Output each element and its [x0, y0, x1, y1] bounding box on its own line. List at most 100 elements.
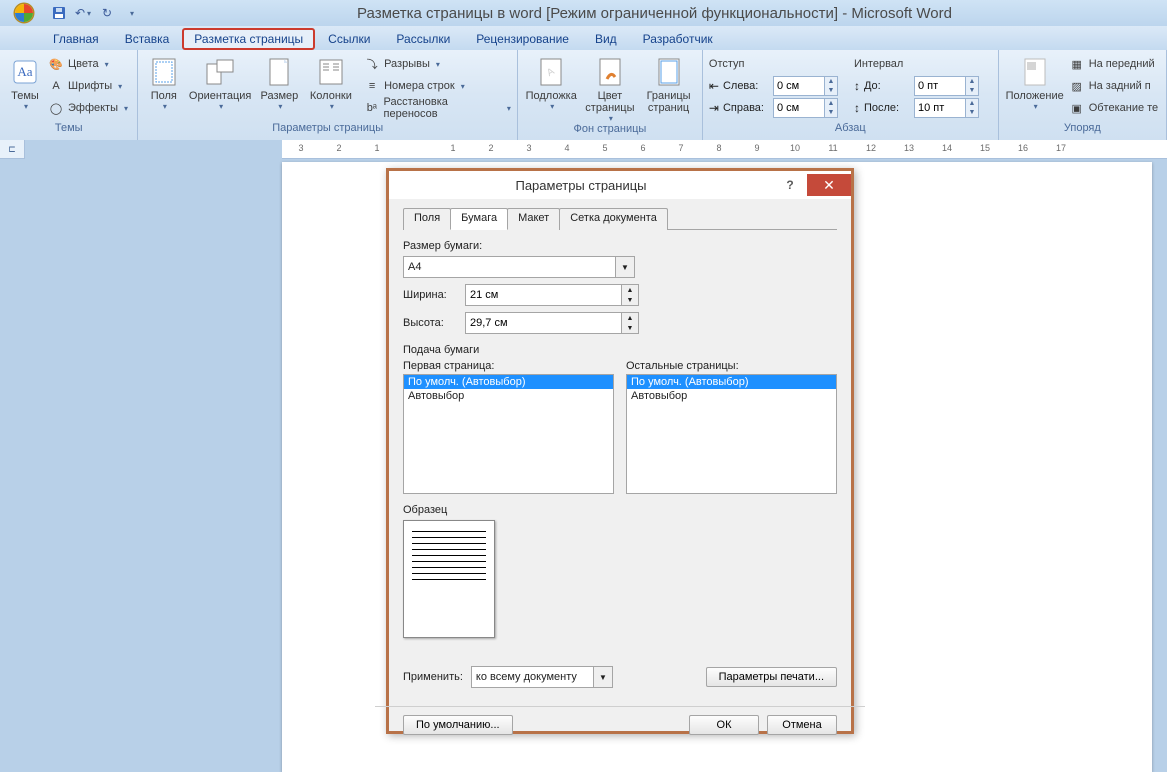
default-button[interactable]: По умолчанию... — [403, 715, 513, 735]
apply-to-select[interactable]: ко всему документу ▼ — [471, 666, 613, 688]
office-button[interactable] — [4, 0, 44, 26]
theme-fonts-button[interactable]: AШрифты▾ — [48, 76, 128, 96]
spin-up[interactable]: ▲ — [825, 99, 837, 108]
theme-colors-button[interactable]: 🎨Цвета▾ — [48, 54, 128, 74]
height-input-wrap[interactable]: ▲▼ — [465, 312, 639, 334]
size-button[interactable]: Размер▾ — [257, 54, 302, 111]
spacing-after-field[interactable]: ↕После: ▲▼ — [854, 98, 979, 118]
spin-down[interactable]: ▼ — [825, 108, 837, 117]
columns-icon — [315, 56, 347, 88]
spacing-after-icon: ↕ — [854, 101, 860, 115]
themes-icon: Aa — [9, 56, 41, 88]
tab-links[interactable]: Ссылки — [315, 27, 383, 50]
paper-size-select[interactable]: A4 ▼ — [403, 256, 635, 278]
group-themes-label: Темы — [0, 122, 137, 140]
dropdown-icon[interactable]: ▼ — [593, 667, 612, 687]
line-numbers-button[interactable]: ≡Номера строк▾ — [364, 76, 511, 96]
indent-right-input[interactable] — [774, 102, 824, 114]
page-setup-dialog: Параметры страницы ? ✕ Поля Бумага Макет… — [386, 168, 854, 734]
dlg-tab-fields[interactable]: Поля — [403, 208, 451, 230]
list-item[interactable]: По умолч. (Автовыбор) — [404, 375, 613, 389]
list-item[interactable]: Автовыбор — [404, 389, 613, 403]
tab-home[interactable]: Главная — [40, 27, 112, 50]
dlg-tab-layout[interactable]: Макет — [507, 208, 560, 230]
paper-size-label: Размер бумаги: — [403, 240, 837, 252]
margins-button[interactable]: Поля▾ — [144, 54, 183, 111]
effects-icon: ◯ — [48, 100, 64, 116]
dropdown-icon[interactable]: ▼ — [615, 257, 634, 277]
spin-down[interactable]: ▼ — [966, 86, 978, 95]
spin-down[interactable]: ▼ — [622, 295, 638, 305]
group-page-bg-label: Фон страницы — [518, 123, 702, 140]
tab-page-layout[interactable]: Разметка страницы — [182, 28, 315, 50]
spacing-before-field[interactable]: ↕До: ▲▼ — [854, 76, 979, 96]
page-color-button[interactable]: Цвет страницы▾ — [583, 54, 638, 123]
pagecolor-icon — [594, 56, 626, 88]
print-options-button[interactable]: Параметры печати... — [706, 667, 837, 687]
colors-icon: 🎨 — [48, 56, 64, 72]
spin-up[interactable]: ▲ — [825, 77, 837, 86]
watermark-button[interactable]: AПодложка▾ — [524, 54, 579, 111]
dlg-tab-grid[interactable]: Сетка документа — [559, 208, 668, 230]
hyphenation-button[interactable]: bᵃРасстановка переносов▾ — [364, 98, 511, 118]
ruler-corner: ⊏ — [0, 140, 25, 159]
width-input-wrap[interactable]: ▲▼ — [465, 284, 639, 306]
other-pages-label: Остальные страницы: — [626, 360, 837, 372]
themes-button[interactable]: Aa Темы ▾ — [6, 54, 44, 111]
ribbon-tabs: Главная Вставка Разметка страницы Ссылки… — [0, 26, 1167, 50]
spin-up[interactable]: ▲ — [622, 313, 638, 323]
spacing-before-input[interactable] — [915, 80, 965, 92]
tab-review[interactable]: Рецензирование — [463, 27, 582, 50]
qat-customize-icon[interactable]: ▾ — [120, 3, 142, 23]
indent-right-field[interactable]: ⇥Справа: ▲▼ — [709, 98, 838, 118]
cancel-button[interactable]: Отмена — [767, 715, 837, 735]
breaks-button[interactable]: ⤵Разрывы▾ — [364, 54, 511, 74]
wrap-text-button: ▣Обтекание те — [1069, 98, 1159, 118]
other-pages-listbox[interactable]: По умолч. (Автовыбор) Автовыбор — [626, 374, 837, 494]
spin-up[interactable]: ▲ — [622, 285, 638, 295]
orientation-button[interactable]: Ориентация▾ — [187, 54, 253, 111]
height-input[interactable] — [466, 317, 621, 329]
dialog-titlebar[interactable]: Параметры страницы ? ✕ — [389, 171, 851, 199]
dlg-tab-paper[interactable]: Бумага — [450, 208, 508, 230]
fonts-icon: A — [48, 78, 64, 94]
dialog-help-button[interactable]: ? — [773, 174, 807, 196]
tab-mailings[interactable]: Рассылки — [383, 27, 463, 50]
quick-access-toolbar: ↶▾ ↻ ▾ — [48, 3, 142, 23]
spacing-after-input[interactable] — [915, 102, 965, 114]
spin-down[interactable]: ▼ — [825, 86, 837, 95]
tab-developer[interactable]: Разработчик — [630, 27, 726, 50]
spacing-label: Интервал — [854, 54, 979, 74]
height-label: Высота: — [403, 317, 459, 329]
width-label: Ширина: — [403, 289, 459, 301]
indent-left-field[interactable]: ⇤Слева: ▲▼ — [709, 76, 838, 96]
group-paragraph: Отступ ⇤Слева: ▲▼ ⇥Справа: ▲▼ Интервал ↕… — [703, 50, 999, 140]
group-page-setup: Поля▾ Ориентация▾ Размер▾ Колонки▾ ⤵Разр… — [138, 50, 517, 140]
theme-effects-button[interactable]: ◯Эффекты▾ — [48, 98, 128, 118]
tab-view[interactable]: Вид — [582, 27, 630, 50]
ok-button[interactable]: ОК — [689, 715, 759, 735]
front-icon: ▦ — [1069, 56, 1085, 72]
indent-right-icon: ⇥ — [709, 101, 719, 115]
dialog-close-button[interactable]: ✕ — [807, 174, 851, 196]
horizontal-ruler[interactable]: 3211234567891011121314151617 — [282, 140, 1167, 159]
spin-up[interactable]: ▲ — [966, 77, 978, 86]
save-icon[interactable] — [48, 3, 70, 23]
redo-icon[interactable]: ↻ — [96, 3, 118, 23]
indent-left-input[interactable] — [774, 80, 824, 92]
spin-down[interactable]: ▼ — [622, 323, 638, 333]
list-item[interactable]: По умолч. (Автовыбор) — [627, 375, 836, 389]
group-themes: Aa Темы ▾ 🎨Цвета▾ AШрифты▾ ◯Эффекты▾ Тем… — [0, 50, 138, 140]
spin-down[interactable]: ▼ — [966, 108, 978, 117]
first-page-listbox[interactable]: По умолч. (Автовыбор) Автовыбор — [403, 374, 614, 494]
group-arrange-label: Упоряд — [999, 122, 1166, 140]
spin-up[interactable]: ▲ — [966, 99, 978, 108]
columns-button[interactable]: Колонки▾ — [306, 54, 356, 111]
page-borders-button[interactable]: Границы страниц — [641, 54, 696, 114]
list-item[interactable]: Автовыбор — [627, 389, 836, 403]
title-bar: ↶▾ ↻ ▾ Разметка страницы в word [Режим о… — [0, 0, 1167, 26]
dialog-title: Параметры страницы — [389, 178, 773, 193]
undo-icon[interactable]: ↶▾ — [72, 3, 94, 23]
tab-insert[interactable]: Вставка — [112, 27, 183, 50]
width-input[interactable] — [466, 289, 621, 301]
